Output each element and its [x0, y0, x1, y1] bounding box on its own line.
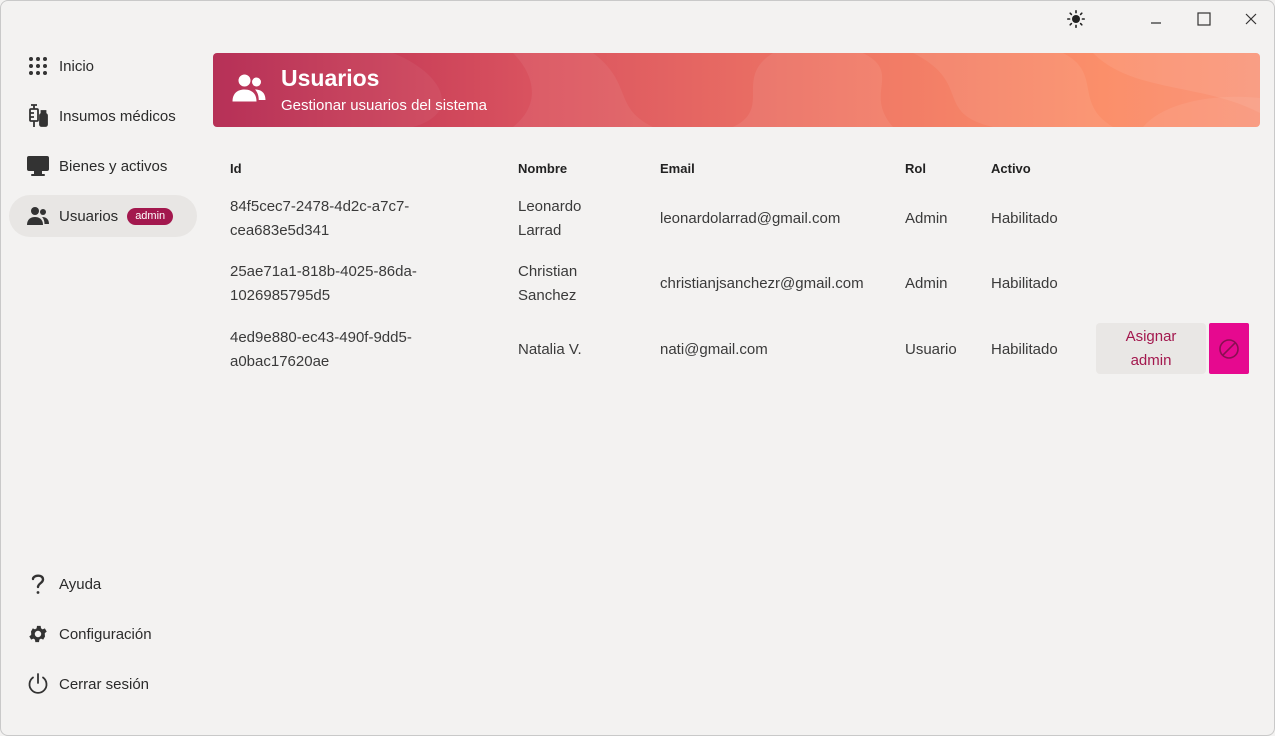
- user-role: Admin: [905, 210, 948, 227]
- sun-icon: [1067, 10, 1085, 28]
- medical-supplies-icon: [26, 104, 50, 128]
- sidebar-item-label: Cerrar sesión: [59, 675, 150, 693]
- gear-icon: [26, 622, 50, 646]
- sidebar-item-insumos[interactable]: Insumos médicos: [9, 95, 197, 137]
- column-header-id: Id: [230, 161, 242, 176]
- sidebar-item-label: Usuarios: [59, 207, 119, 225]
- user-id: 25ae71a1-818b-4025-86da- 1026985795d5: [230, 263, 417, 304]
- user-email: nati@gmail.com: [660, 341, 768, 358]
- app-window: Inicio Insumos médicos Bienes y activos …: [0, 0, 1275, 736]
- user-active-status: Habilitado: [991, 341, 1058, 358]
- column-header-activo: Activo: [991, 161, 1031, 176]
- user-id: 84f5cec7-2478-4d2c-a7c7- cea683e5d341: [230, 198, 410, 239]
- sidebar-item-label: Inicio: [59, 57, 95, 75]
- table-header: Id Nombre Email Rol Activo: [230, 151, 1260, 187]
- assign-admin-button[interactable]: Asignar admin: [1096, 323, 1206, 374]
- grid-dots-icon: [26, 54, 50, 78]
- theme-toggle-button[interactable]: [1056, 5, 1096, 33]
- column-header-email: Email: [660, 161, 695, 176]
- sidebar-item-usuarios[interactable]: Usuarios admin: [9, 195, 197, 237]
- user-name: Christian Sanchez: [518, 263, 578, 304]
- minimize-icon: [1151, 22, 1161, 24]
- power-icon: [26, 672, 50, 696]
- block-icon: [1219, 338, 1239, 359]
- user-active-status: Habilitado: [991, 210, 1058, 227]
- sidebar: Inicio Insumos médicos Bienes y activos …: [9, 45, 197, 245]
- sidebar-item-configuracion[interactable]: Configuración: [9, 613, 197, 655]
- user-name: Leonardo Larrad: [518, 198, 582, 239]
- sidebar-item-label: Bienes y activos: [59, 157, 168, 175]
- maximize-button[interactable]: [1184, 5, 1224, 33]
- sidebar-item-inicio[interactable]: Inicio: [9, 45, 197, 87]
- close-icon: [1245, 13, 1257, 25]
- sidebar-item-cerrar-sesion[interactable]: Cerrar sesión: [9, 663, 197, 705]
- admin-badge: admin: [127, 207, 174, 225]
- sidebar-item-label: Configuración: [59, 625, 152, 643]
- user-email: leonardolarrad@gmail.com: [660, 210, 841, 227]
- user-role: Admin: [905, 275, 948, 292]
- user-email: christianjsanchezr@gmail.com: [660, 275, 864, 292]
- minimize-button[interactable]: [1136, 5, 1176, 33]
- user-name: Natalia V.: [518, 341, 582, 358]
- user-id: 4ed9e880-ec43-490f-9dd5- a0bac17620ae: [230, 329, 412, 370]
- monitor-icon: [26, 154, 50, 178]
- page-subtitle: Gestionar usuarios del sistema: [281, 97, 487, 114]
- sidebar-item-label: Insumos médicos: [59, 107, 176, 125]
- user-role: Usuario: [905, 341, 957, 358]
- sidebar-item-label: Ayuda: [59, 575, 102, 593]
- page-title: Usuarios: [281, 65, 380, 91]
- user-active-status: Habilitado: [991, 275, 1058, 292]
- table-row: 84f5cec7-2478-4d2c-a7c7- cea683e5d341 Leo…: [230, 195, 1260, 260]
- column-header-nombre: Nombre: [518, 161, 568, 176]
- users-table: Id Nombre Email Rol Activo 84f5cec7-2478…: [230, 151, 1260, 391]
- disable-user-button[interactable]: [1209, 323, 1249, 374]
- sidebar-item-bienes[interactable]: Bienes y activos: [9, 145, 197, 187]
- help-icon: [26, 572, 50, 596]
- page-header-banner: Usuarios Gestionar usuarios del sistema: [213, 53, 1260, 127]
- table-row: 25ae71a1-818b-4025-86da- 1026985795d5 Chr…: [230, 260, 1260, 325]
- users-icon: [26, 204, 50, 228]
- sidebar-item-ayuda[interactable]: Ayuda: [9, 563, 197, 605]
- close-button[interactable]: [1231, 5, 1271, 33]
- maximize-icon: [1197, 12, 1211, 26]
- table-row: 4ed9e880-ec43-490f-9dd5- a0bac17620ae Nat…: [230, 323, 1260, 391]
- users-icon: [230, 73, 268, 108]
- sidebar-bottom: Ayuda Configuración Cerrar sesión: [9, 563, 197, 713]
- column-header-rol: Rol: [905, 161, 926, 176]
